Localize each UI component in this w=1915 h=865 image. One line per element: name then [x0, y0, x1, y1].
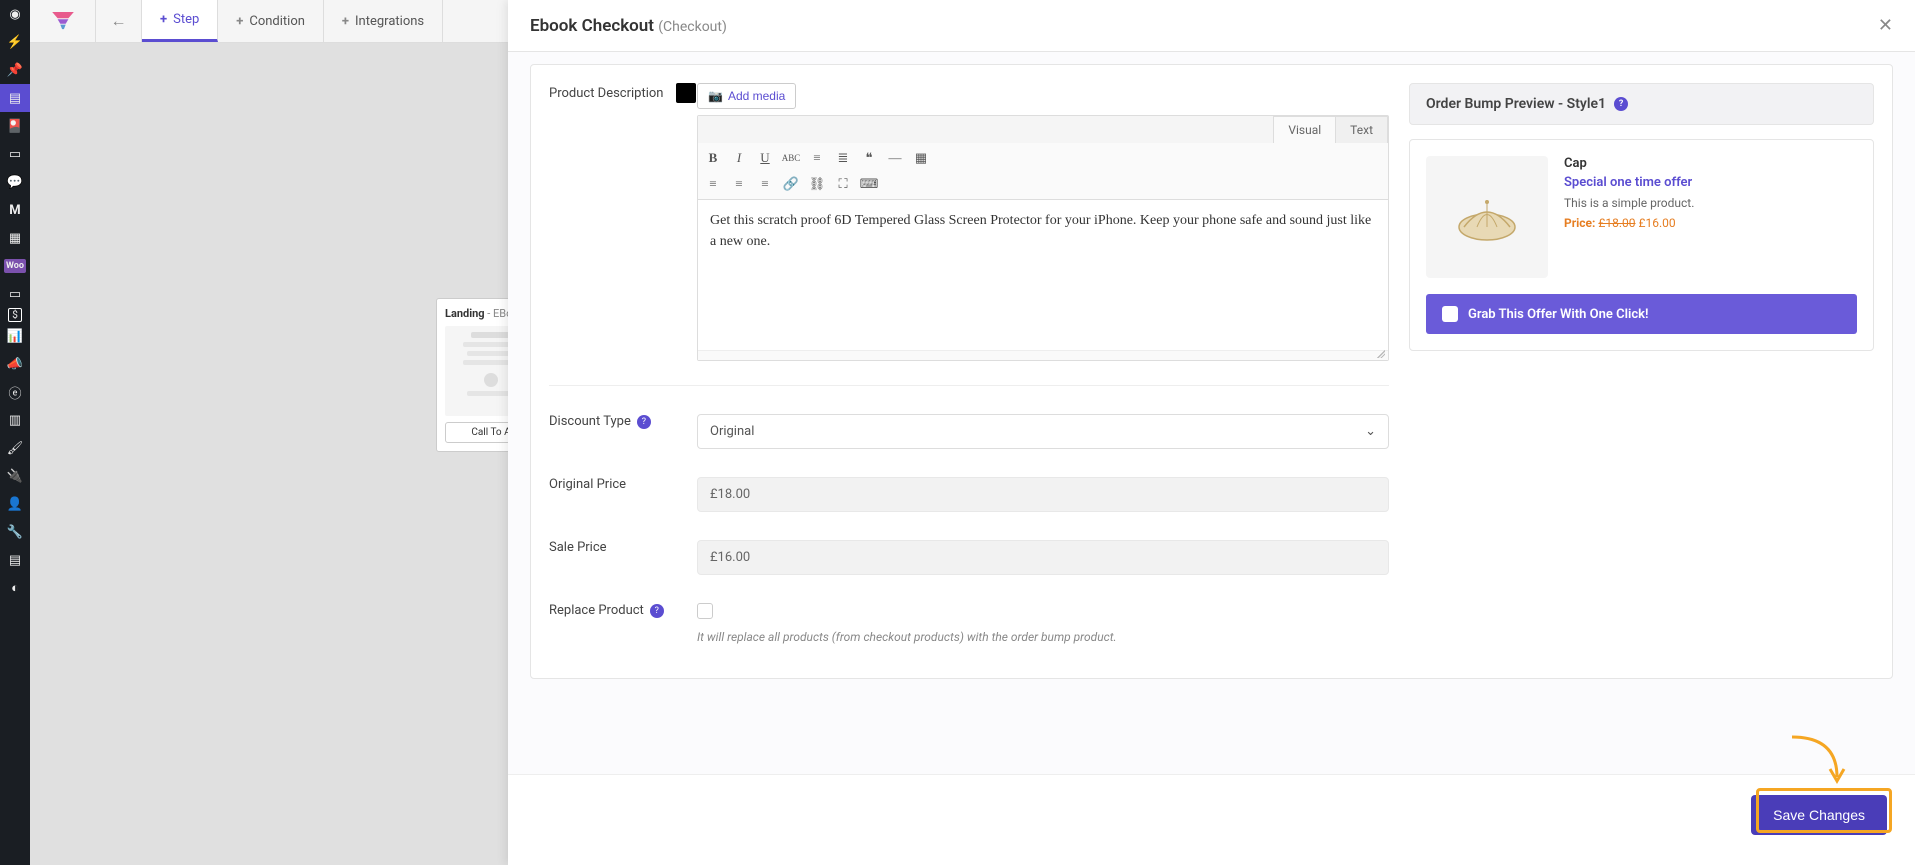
rich-text-editor: Visual Text B I U ABC ≡ ≣: [697, 115, 1389, 361]
tab-step-label: Step: [173, 12, 199, 27]
bold-icon[interactable]: B: [700, 145, 726, 171]
preview-description: This is a simple product.: [1564, 196, 1857, 210]
comments-icon[interactable]: 💬: [0, 168, 30, 196]
product-description-label: Product Description: [549, 83, 697, 103]
original-price-field: £18.00: [697, 477, 1389, 512]
modal-footer: Save Changes: [508, 774, 1915, 865]
link-icon[interactable]: 🔗: [778, 171, 804, 197]
elementor-icon[interactable]: ⓔ: [0, 378, 30, 406]
users-icon[interactable]: 👤: [0, 490, 30, 518]
collapse-icon[interactable]: ◐: [0, 574, 30, 602]
editor-toolbar: B I U ABC ≡ ≣ ❝ — ▦: [698, 143, 1388, 200]
replace-product-checkbox[interactable]: [697, 603, 713, 619]
bullet-list-icon[interactable]: ≡: [804, 145, 830, 171]
help-icon[interactable]: ?: [650, 604, 664, 618]
add-media-button[interactable]: 📷 Add media: [697, 83, 796, 109]
fullscreen-icon[interactable]: ⛶: [830, 171, 856, 197]
editor-tab-text[interactable]: Text: [1335, 116, 1388, 143]
pin-icon[interactable]: 📌: [0, 56, 30, 84]
forms-icon[interactable]: ▦: [0, 224, 30, 252]
tools-icon[interactable]: 🔧: [0, 518, 30, 546]
tab-condition[interactable]: +Condition: [218, 0, 324, 42]
close-icon[interactable]: ✕: [1878, 15, 1893, 36]
replace-product-hint: It will replace all products (from check…: [697, 629, 1389, 646]
unlink-icon[interactable]: ⛓: [804, 171, 830, 197]
discount-type-label: Discount Type ?: [549, 414, 697, 429]
number-list-icon[interactable]: ≣: [830, 145, 856, 171]
align-center-icon[interactable]: ≡: [726, 171, 752, 197]
blockquote-icon[interactable]: ❝: [856, 145, 882, 171]
appearance-icon[interactable]: 🖌: [0, 434, 30, 462]
replace-product-label: Replace Product ?: [549, 603, 697, 618]
save-changes-button[interactable]: Save Changes: [1751, 795, 1887, 835]
archive-icon[interactable]: ▭: [0, 280, 30, 308]
modal-header: Ebook Checkout (Checkout) ✕: [508, 0, 1915, 52]
woo-icon[interactable]: Woo: [4, 259, 26, 273]
sale-price-field: £16.00: [697, 540, 1389, 575]
bolt-icon[interactable]: ⚡: [0, 28, 30, 56]
help-icon[interactable]: ?: [637, 415, 651, 429]
modal-title: Ebook Checkout (Checkout): [530, 16, 727, 36]
mega-m-icon[interactable]: M: [0, 196, 30, 224]
product-image: [1426, 156, 1548, 278]
editor-tab-visual[interactable]: Visual: [1273, 116, 1336, 143]
tab-condition-label: Condition: [249, 14, 305, 29]
pages-icon[interactable]: ▭: [0, 140, 30, 168]
discount-type-select[interactable]: Original ⌄: [697, 414, 1389, 449]
grab-offer-checkbox[interactable]: [1442, 306, 1458, 322]
camera-icon: 📷: [708, 89, 723, 103]
align-right-icon[interactable]: ≡: [752, 171, 778, 197]
table-icon[interactable]: ▦: [908, 145, 934, 171]
color-chip[interactable]: [676, 83, 696, 103]
grab-offer-bar[interactable]: Grab This Offer With One Click!: [1426, 294, 1857, 334]
preview-product-name: Cap: [1564, 156, 1857, 171]
preview-heading: Order Bump Preview - Style1 ?: [1409, 83, 1874, 125]
price-icon[interactable]: $: [8, 308, 22, 322]
keyboard-icon[interactable]: ⌨: [856, 171, 882, 197]
help-icon[interactable]: ?: [1614, 97, 1628, 111]
editor-resize-handle[interactable]: [698, 350, 1388, 360]
settings-icon[interactable]: ▤: [0, 546, 30, 574]
funnel-icon[interactable]: ▤: [0, 84, 30, 112]
sale-price-label: Sale Price: [549, 540, 697, 555]
italic-icon[interactable]: I: [726, 145, 752, 171]
back-button[interactable]: ←: [96, 0, 142, 42]
underline-icon[interactable]: U: [752, 145, 778, 171]
strikethrough-icon[interactable]: ABC: [778, 145, 804, 171]
funnel-logo[interactable]: [30, 0, 96, 42]
original-price-label: Original Price: [549, 477, 697, 492]
dashboard-icon[interactable]: ◉: [0, 0, 30, 28]
templates-icon[interactable]: ▥: [0, 406, 30, 434]
order-bump-preview: Cap Special one time offer This is a sim…: [1409, 139, 1874, 351]
preview-offer-text: Special one time offer: [1564, 175, 1857, 190]
hr-icon[interactable]: —: [882, 145, 908, 171]
chevron-down-icon: ⌄: [1365, 424, 1376, 439]
tab-integrations-label: Integrations: [355, 14, 424, 29]
analytics-icon[interactable]: 📊: [0, 322, 30, 350]
align-left-icon[interactable]: ≡: [700, 171, 726, 197]
checkout-settings-modal: Ebook Checkout (Checkout) ✕ Product Desc…: [508, 0, 1915, 865]
marketing-icon[interactable]: 📣: [0, 350, 30, 378]
editor-content[interactable]: Get this scratch proof 6D Tempered Glass…: [698, 200, 1388, 350]
plugins-icon[interactable]: 🔌: [0, 462, 30, 490]
preview-price: Price: £18.00 £16.00: [1564, 216, 1857, 230]
tab-integrations[interactable]: +Integrations: [324, 0, 443, 42]
admin-icon-sidebar: ◉ ⚡ 📌 ▤ 🎴 ▭ 💬 M ▦ Woo ▭ $ 📊 📣 ⓔ ▥ 🖌 🔌 👤 …: [0, 0, 30, 865]
media-icon[interactable]: 🎴: [0, 112, 30, 140]
tab-step[interactable]: +Step: [142, 0, 218, 42]
